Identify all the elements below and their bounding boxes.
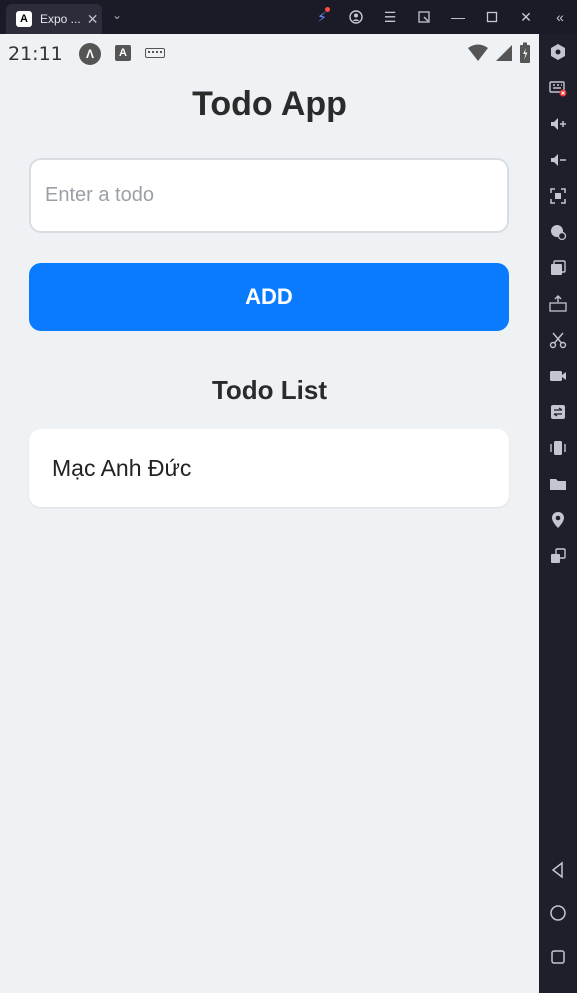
app-title: Todo App <box>192 85 347 123</box>
volume-up-icon[interactable] <box>539 106 577 142</box>
back-nav-icon[interactable] <box>539 852 577 888</box>
folder-icon[interactable] <box>539 466 577 502</box>
screenshot-icon[interactable] <box>539 178 577 214</box>
signal-icon <box>496 45 512 61</box>
location-icon[interactable] <box>539 502 577 538</box>
battery-icon <box>520 42 530 63</box>
collapse-sidebar-icon[interactable]: « <box>543 0 577 34</box>
wifi-icon <box>468 44 488 61</box>
performance-boost-icon[interactable]: ⚡ <box>305 0 339 34</box>
browser-tab[interactable]: A Expo ... ✕ <box>6 4 102 34</box>
todo-list-title: Todo List <box>211 375 328 405</box>
shake-icon[interactable] <box>539 430 577 466</box>
scissors-icon[interactable] <box>539 322 577 358</box>
sync-icon[interactable] <box>539 394 577 430</box>
status-bar: 21:11 Λ A <box>0 34 539 72</box>
tab-dropdown-icon[interactable]: ⌄ <box>112 8 122 22</box>
fullscreen-icon[interactable] <box>407 0 441 34</box>
settings-icon[interactable] <box>539 34 577 70</box>
status-time: 21:11 <box>8 43 63 65</box>
location-lock-icon[interactable] <box>539 214 577 250</box>
todo-input[interactable] <box>29 158 509 233</box>
multi-instance-icon[interactable] <box>539 250 577 286</box>
window-controls: ⚡ ☰ — ✕ « <box>305 0 577 34</box>
add-button[interactable]: ADD <box>29 263 509 331</box>
recents-nav-icon[interactable] <box>539 939 577 975</box>
home-nav-icon[interactable] <box>539 895 577 931</box>
app-notification-icon: A <box>115 45 131 61</box>
keyboard-mapping-icon[interactable] <box>539 70 577 106</box>
tab-close-icon[interactable]: ✕ <box>87 11 99 28</box>
expo-logo-icon: A <box>16 11 32 27</box>
minimize-icon[interactable]: — <box>441 0 475 34</box>
volume-down-icon[interactable] <box>539 142 577 178</box>
emulator-window: A Expo ... ✕ ⌄ ⚡ ☰ — ✕ « 21:11 Λ A Todo … <box>0 0 577 993</box>
todo-item[interactable]: Mạc Anh Đức <box>29 429 509 507</box>
status-right-icons <box>467 42 531 64</box>
account-icon[interactable] <box>339 0 373 34</box>
apk-install-icon[interactable] <box>539 286 577 322</box>
close-window-icon[interactable]: ✕ <box>509 0 543 34</box>
phone-screen: 21:11 Λ A Todo App ADD Todo List Mạc Anh… <box>0 34 539 993</box>
menu-icon[interactable]: ☰ <box>373 0 407 34</box>
title-bar: A Expo ... ✕ ⌄ ⚡ ☰ — ✕ « <box>0 0 577 34</box>
rotate-icon[interactable] <box>539 538 577 574</box>
screen-record-icon[interactable] <box>539 358 577 394</box>
maximize-icon[interactable] <box>475 0 509 34</box>
expo-notification-icon: Λ <box>79 43 101 65</box>
tab-title: Expo ... <box>40 12 81 26</box>
keyboard-icon <box>145 48 165 58</box>
emulator-toolbar <box>539 34 577 993</box>
